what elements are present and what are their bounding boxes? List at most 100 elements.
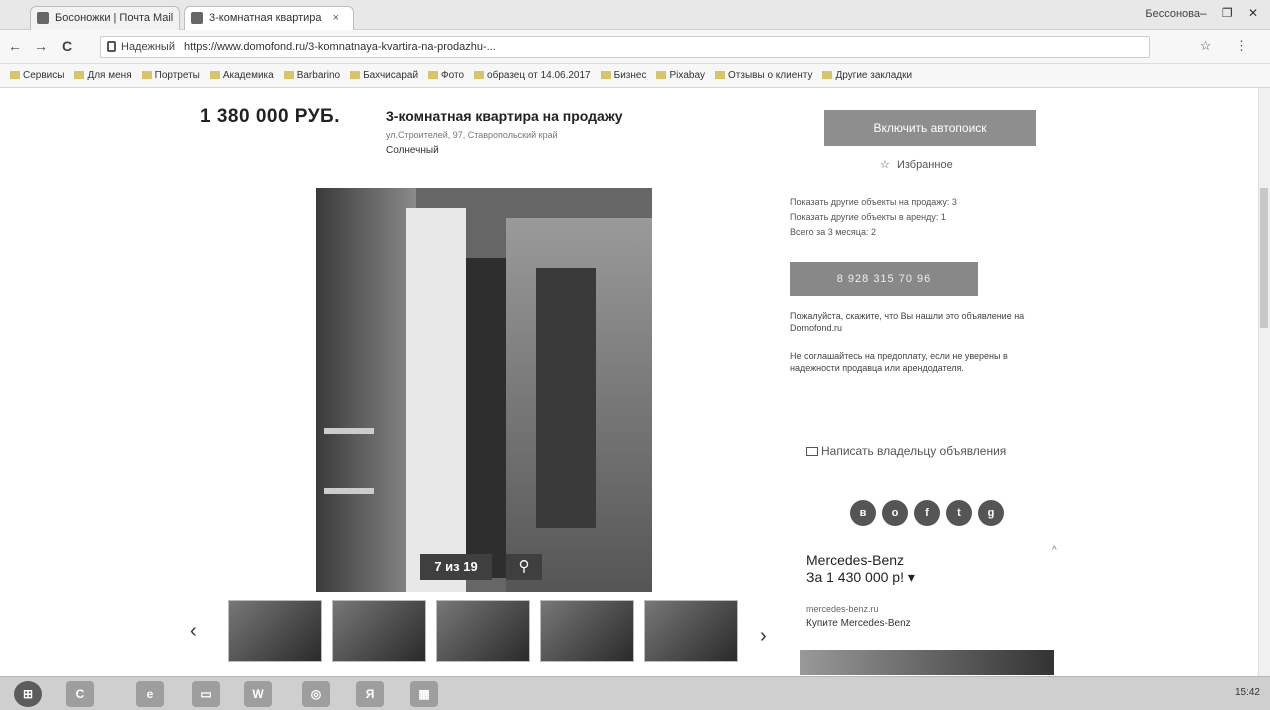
tab-label: Босоножки | Почта Mail xyxy=(55,12,174,24)
bookmark-item[interactable]: Бахчисарай xyxy=(350,64,419,87)
bookmark-item[interactable]: Академика xyxy=(209,64,274,87)
bookmark-item[interactable]: образец от 14.06.2017 xyxy=(474,64,591,87)
social-share-row: воftg xyxy=(850,500,1010,526)
photo-thumbnail[interactable] xyxy=(644,600,738,662)
ad-url[interactable]: mercedes-benz.ru xyxy=(806,604,879,614)
window-user-name[interactable]: Бессонова xyxy=(1145,8,1200,20)
photo-thumbnail[interactable] xyxy=(540,600,634,662)
ad-subtitle[interactable]: Купите Mercedes-Benz xyxy=(806,618,911,629)
prepayment-warning: Не соглашайтесь на предоплату, если не у… xyxy=(790,351,1008,373)
star-icon: ☆ xyxy=(880,159,890,171)
bookmark-item[interactable]: Портреты xyxy=(141,64,200,87)
back-arrow-icon[interactable]: ← xyxy=(8,38,22,54)
folder-icon xyxy=(428,71,439,80)
tab-mail[interactable]: Босоножки | Почта Mail × xyxy=(30,6,180,30)
photo-thumbnail[interactable] xyxy=(436,600,530,662)
twitter-icon[interactable]: t xyxy=(946,500,972,526)
bookmark-label: Другие закладки xyxy=(835,70,913,81)
url-input[interactable]: Надежный https://www.domofond.ru/3-komna… xyxy=(100,36,1150,58)
ad-image[interactable] xyxy=(800,650,1054,675)
bookmark-item[interactable]: Фото xyxy=(428,64,465,87)
excel-taskbar-icon[interactable]: ▦ xyxy=(410,681,438,707)
thumbs-prev-chevron-icon[interactable]: ‹ xyxy=(190,620,197,643)
secure-label: Надежный xyxy=(121,41,175,53)
ad-price[interactable]: За 1 430 000 р! ▾ xyxy=(806,569,915,586)
forward-arrow-icon[interactable]: → xyxy=(34,38,48,54)
browser-tab-bar: Босоножки | Почта Mail × 3-комнатная ква… xyxy=(0,0,1270,30)
mention-notice: Пожалуйста, скажите, что Вы нашли это об… xyxy=(790,311,1025,333)
google-plus-icon[interactable]: g xyxy=(978,500,1004,526)
ad-title[interactable]: Mercedes-Benz xyxy=(806,552,904,568)
url-text: https://www.domofond.ru/3-komnatnaya-kva… xyxy=(184,41,496,53)
odnoklassniki-icon[interactable]: о xyxy=(882,500,908,526)
bookmark-item[interactable]: Другие закладки xyxy=(822,64,913,87)
photo-thumbnail[interactable] xyxy=(332,600,426,662)
bookmark-label: образец от 14.06.2017 xyxy=(487,70,591,81)
bookmark-item[interactable]: Barbarino xyxy=(283,64,341,87)
word-taskbar-icon[interactable]: W xyxy=(244,681,272,707)
favorites-label: Избранное xyxy=(896,159,953,171)
write-owner-label: Написать владельцу объявления xyxy=(821,444,1007,458)
facebook-icon[interactable]: f xyxy=(914,500,940,526)
photo-thumbnail[interactable] xyxy=(228,600,322,662)
other-listings-link[interactable]: Показать другие объекты в аренду: 1 xyxy=(790,211,1050,224)
mail-favicon-icon xyxy=(37,12,49,24)
folder-icon xyxy=(350,71,361,80)
start-button-icon[interactable]: ⊞ xyxy=(14,681,42,707)
ie-taskbar-icon[interactable]: e xyxy=(136,681,164,707)
bookmark-label: Академика xyxy=(222,70,274,81)
bookmark-item[interactable]: Для меня xyxy=(74,64,132,87)
ad-collapse-caret-icon[interactable]: ^ xyxy=(1052,545,1057,556)
scroll-thumb[interactable] xyxy=(1260,188,1268,328)
tab-listing[interactable]: 3-комнатная квартира × xyxy=(184,6,354,30)
folder-icon xyxy=(10,71,20,80)
folder-icon xyxy=(474,71,485,80)
bookmarks-bar: Сервисы Для меня Портреты Академика Barbarin… xyxy=(0,64,1270,88)
bookmark-item[interactable]: Отзывы о клиенту xyxy=(715,64,812,87)
tab-label: 3-комнатная квартира xyxy=(209,12,322,24)
folder-icon xyxy=(822,71,833,80)
reload-icon[interactable]: C xyxy=(62,38,72,54)
app-taskbar-icon[interactable]: ◎ xyxy=(302,681,330,707)
windows-taskbar: ⊞ C e ▭ W ◎ Я ▦ 15:42 xyxy=(0,676,1270,710)
vk-icon[interactable]: в xyxy=(850,500,876,526)
folder-icon xyxy=(74,71,85,80)
write-owner-link[interactable]: Написать владельцу объявления xyxy=(806,444,1006,458)
system-tray-clock[interactable]: 15:42 xyxy=(1235,687,1260,698)
address-bar: ← → C Надежный https://www.domofond.ru/3… xyxy=(0,30,1270,64)
autosearch-button[interactable]: Включить автопоиск xyxy=(824,110,1036,146)
lock-icon xyxy=(107,41,116,52)
folder-icon xyxy=(715,71,726,80)
folder-icon xyxy=(656,71,667,80)
browser-menu-icons[interactable]: ☆ ⋮ xyxy=(1200,38,1258,54)
tab-close-icon[interactable]: × xyxy=(333,12,339,24)
page-scrollbar[interactable] xyxy=(1258,88,1270,678)
photo-counter: 7 из 19 xyxy=(420,554,492,580)
folder-icon xyxy=(283,71,294,80)
bookmark-item[interactable]: Сервисы xyxy=(10,64,64,87)
show-phone-button[interactable]: 8 928 315 70 96 xyxy=(790,262,978,296)
bookmark-label: Фото xyxy=(441,70,465,81)
bookmark-label: Бахчисарай xyxy=(363,70,419,81)
window-controls[interactable]: – ❐ ✕ xyxy=(1200,6,1264,20)
listing-address[interactable]: ул.Строителей, 97, Ставропольский край xyxy=(386,130,686,140)
main-photo[interactable] xyxy=(316,188,652,592)
listing-price: 1 380 000 РУБ. xyxy=(200,106,340,127)
bookmark-item[interactable]: Бизнес xyxy=(600,64,646,87)
bookmark-label: Портреты xyxy=(154,70,200,81)
bookmark-label: Barbarino xyxy=(296,70,341,81)
yandex-taskbar-icon[interactable]: Я xyxy=(356,681,384,707)
folder-icon xyxy=(209,71,220,80)
mail-icon xyxy=(806,447,818,457)
other-listings-links: Показать другие объекты на продажу: 3 По… xyxy=(790,196,1050,241)
thumbs-next-chevron-icon[interactable]: › xyxy=(760,625,767,648)
explorer-taskbar-icon[interactable]: ▭ xyxy=(192,681,220,707)
favorites-link[interactable]: ☆ Избранное xyxy=(880,158,953,171)
listing-district: Солнечный xyxy=(386,145,439,156)
listing-title: 3-комнатная квартира на продажу xyxy=(386,108,623,124)
zoom-icon[interactable]: ⚲ xyxy=(506,554,542,580)
other-listings-link[interactable]: Показать другие объекты на продажу: 3 xyxy=(790,196,1050,209)
other-listings-link[interactable]: Всего за 3 месяца: 2 xyxy=(790,226,1050,239)
bookmark-item[interactable]: Pixabay xyxy=(656,64,705,87)
chrome-taskbar-icon[interactable]: C xyxy=(66,681,94,707)
